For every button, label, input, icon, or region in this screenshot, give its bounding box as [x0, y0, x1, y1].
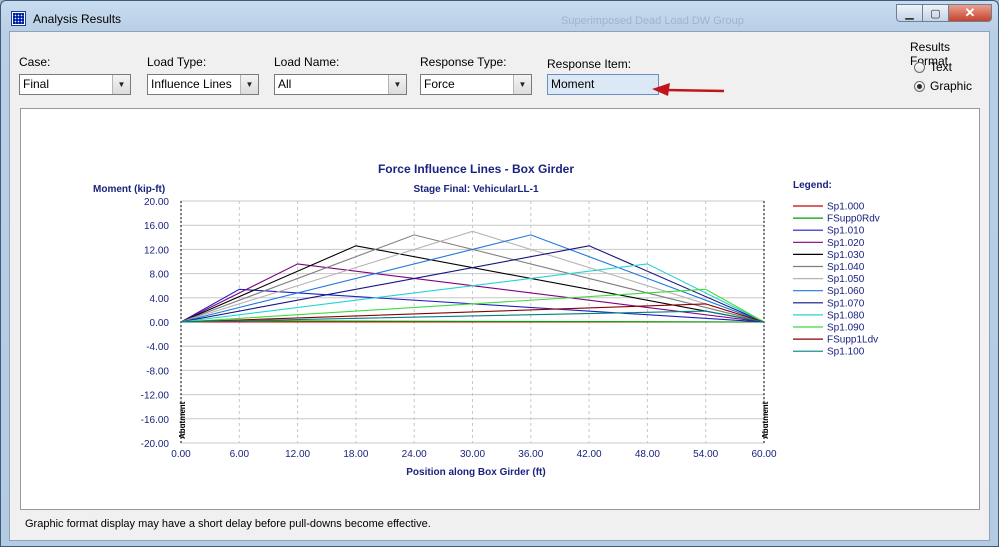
y-tick-label: 4.00: [150, 294, 170, 305]
maximize-button[interactable]: ▢: [922, 4, 948, 22]
y-tick-label: 20.00: [144, 197, 169, 208]
maximize-icon: ▢: [930, 7, 941, 20]
x-tick-label: 6.00: [230, 449, 250, 460]
legend-entry: FSupp1Ldv: [827, 335, 878, 346]
x-tick-label: 0.00: [171, 449, 191, 460]
y-tick-labels: 20.00 16.00 12.00 8.00 4.00 0.00 -4.00 -8.00 -12…: [141, 197, 170, 450]
legend: Sp1.000FSupp0RdvSp1.010Sp1.020Sp1.030Sp1…: [793, 202, 880, 358]
title-bar[interactable]: Analysis Results Superimposed Dead Load …: [1, 1, 998, 35]
x-axis-label: Position along Box Girder (ft): [406, 467, 545, 478]
load-name-dropdown[interactable]: All ▼: [274, 74, 407, 95]
text-radio-label: Text: [930, 60, 953, 74]
x-tick-label: 60.00: [751, 449, 776, 460]
text-radio-option[interactable]: Text: [914, 60, 952, 74]
x-tick-label: 30.00: [460, 449, 485, 460]
close-icon: ✕: [964, 5, 976, 20]
y-tick-label: 8.00: [150, 270, 170, 281]
y-tick-label: -20.00: [141, 439, 170, 450]
x-tick-label: 54.00: [693, 449, 718, 460]
legend-entry: Sp1.070: [827, 298, 865, 309]
legend-entry: Sp1.000: [827, 202, 865, 213]
legend-entry: Sp1.090: [827, 323, 865, 334]
case-label: Case:: [19, 55, 51, 69]
legend-entry: Sp1.050: [827, 274, 865, 285]
legend-entry: Sp1.100: [827, 347, 865, 358]
minimize-button[interactable]: ▁: [896, 4, 922, 22]
support-label: Abutment: [178, 401, 187, 439]
status-message: Graphic format display may have a short …: [25, 518, 431, 530]
results-format-group: Results Format Text Graphic: [906, 38, 986, 98]
y-tick-label: -8.00: [146, 366, 169, 377]
x-tick-label: 24.00: [402, 449, 427, 460]
response-item-dropdown[interactable]: Moment: [547, 74, 659, 95]
response-type-dropdown[interactable]: Force ▼: [420, 74, 532, 95]
dialog-client-area: Case: Final ▼ Load Type: Influence Lines…: [9, 31, 990, 541]
y-tick-label: -4.00: [146, 342, 169, 353]
load-name-label: Load Name:: [274, 55, 340, 69]
x-tick-label: 36.00: [518, 449, 543, 460]
graphic-radio-option[interactable]: Graphic: [914, 79, 972, 93]
load-type-value: Influence Lines: [151, 77, 232, 91]
load-type-label: Load Type:: [147, 55, 207, 69]
x-tick-labels: 0.00 6.00 12.00 18.00 24.00 30.00 36.00 42.00 48…: [171, 449, 777, 460]
legend-entry: Sp1.030: [827, 250, 865, 261]
chevron-down-icon: ▼: [240, 75, 258, 94]
chevron-down-icon: ▼: [388, 75, 406, 94]
window-title: Analysis Results: [33, 12, 122, 26]
radio-unchecked-icon: [914, 61, 925, 73]
y-tick-label: 16.00: [144, 221, 169, 232]
y-tick-label: -12.00: [141, 391, 170, 402]
load-name-value: All: [278, 77, 292, 91]
x-tick-label: 12.00: [285, 449, 310, 460]
grid-app-icon: [11, 11, 26, 26]
response-type-value: Force: [424, 77, 455, 91]
chevron-down-icon: ▼: [513, 75, 531, 94]
case-value: Final: [23, 77, 50, 91]
analysis-results-window: Analysis Results Superimposed Dead Load …: [0, 0, 999, 547]
chevron-down-icon: ▼: [112, 75, 130, 94]
response-type-label: Response Type:: [420, 55, 507, 69]
legend-entry: Sp1.020: [827, 238, 865, 249]
legend-entry: Sp1.080: [827, 310, 865, 321]
legend-entry: Sp1.010: [827, 226, 865, 237]
close-button[interactable]: ✕: [948, 4, 992, 22]
red-arrow-annotation: [652, 83, 725, 96]
chart-subtitle: Stage Final: VehicularLL-1: [413, 184, 538, 195]
y-tick-label: 12.00: [144, 245, 169, 256]
y-tick-label: 0.00: [150, 318, 170, 329]
support-label: Abutment: [761, 401, 770, 439]
window-controls: ▁ ▢ ✕: [896, 4, 992, 24]
graphic-radio-label: Graphic: [930, 79, 973, 93]
graph-panel: Force Influence Lines - Box Girder Stage…: [20, 108, 980, 510]
y-tick-label: -16.00: [141, 415, 170, 426]
legend-title: Legend:: [793, 180, 832, 191]
chart-title: Force Influence Lines - Box Girder: [378, 162, 574, 176]
y-axis-label: Moment (kip-ft): [93, 184, 165, 195]
load-type-dropdown[interactable]: Influence Lines ▼: [147, 74, 259, 95]
legend-entry: Sp1.040: [827, 262, 865, 273]
x-tick-label: 42.00: [577, 449, 602, 460]
case-dropdown[interactable]: Final ▼: [19, 74, 131, 95]
legend-entry: FSupp0Rdv: [827, 214, 880, 225]
minimize-icon: ▁: [905, 7, 914, 20]
x-tick-label: 48.00: [635, 449, 660, 460]
radio-checked-icon: [914, 80, 925, 92]
influence-lines-chart: Force Influence Lines - Box Girder Stage…: [93, 162, 880, 478]
response-item-label: Response Item:: [547, 57, 632, 71]
response-item-value: Moment: [551, 77, 595, 91]
legend-entry: Sp1.060: [827, 286, 865, 297]
series-line: [180, 303, 765, 323]
ghost-item: Superimposed Dead Load DW Group: [561, 15, 744, 27]
background-window-text: Superimposed Dead Load DW Group: [521, 1, 821, 35]
x-tick-label: 18.00: [343, 449, 368, 460]
